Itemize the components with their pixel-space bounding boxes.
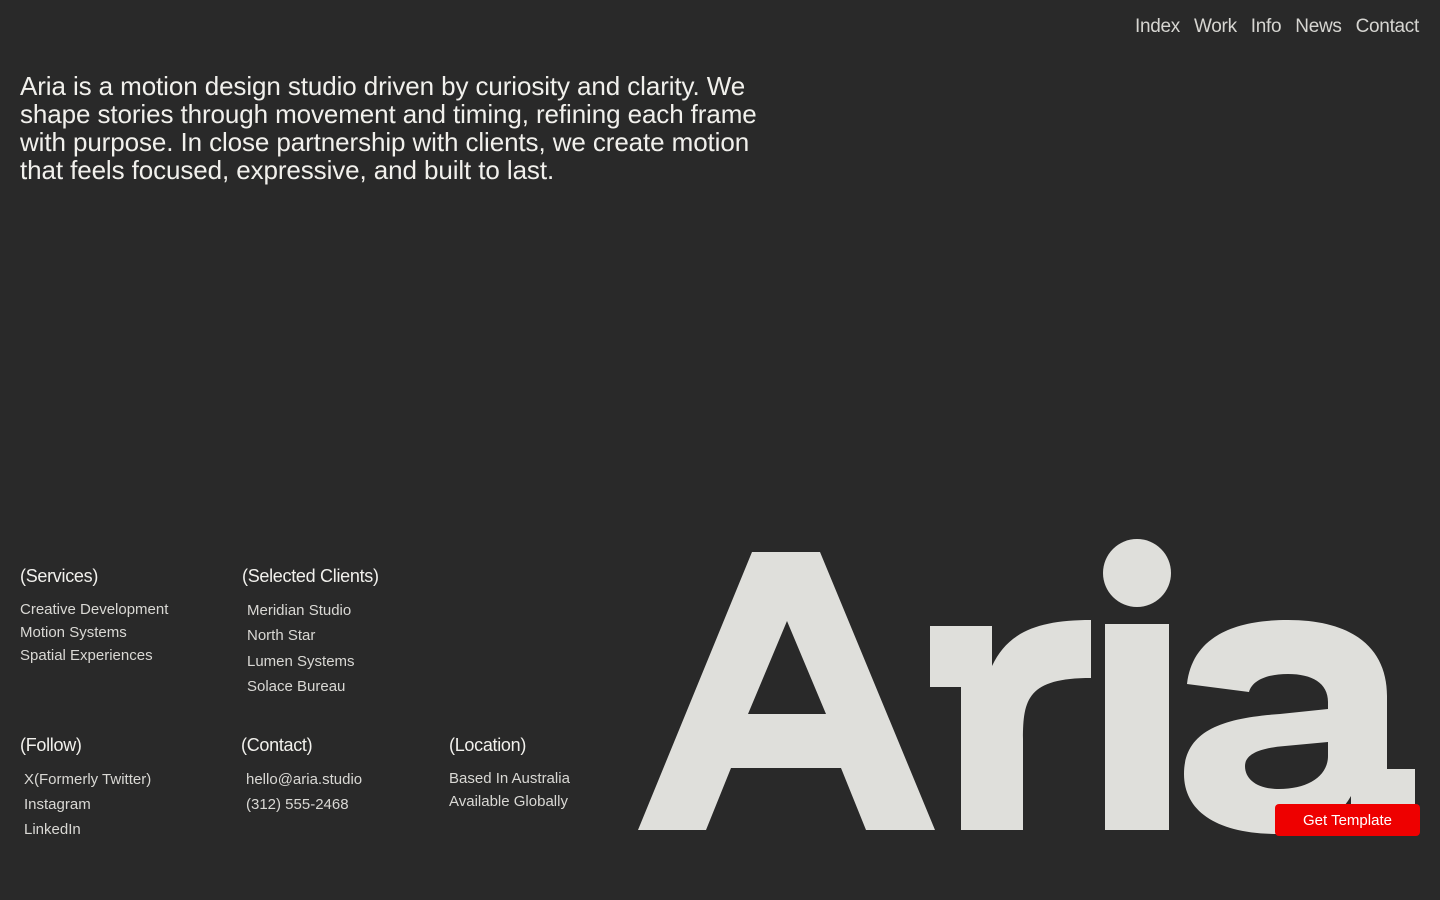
aria-wordmark-logo <box>638 539 1415 834</box>
list-item: Solace Bureau <box>247 677 346 695</box>
list-item: Lumen Systems <box>247 652 355 670</box>
letter-a-lowercase-glyph <box>1184 620 1415 834</box>
follow-heading: (Follow) <box>20 735 82 755</box>
location-section: (Location) Based In Australia Available … <box>449 735 570 813</box>
nav-item-news[interactable]: News <box>1295 16 1342 38</box>
services-heading: (Services) <box>20 566 99 586</box>
list-item: Motion Systems <box>20 624 127 641</box>
get-template-button[interactable]: Get Template <box>1275 804 1420 836</box>
clients-section: (Selected Clients) Meridian Studio North… <box>242 566 379 699</box>
location-list: Based In Australia Available Globally <box>449 767 570 813</box>
nav-item-work[interactable]: Work <box>1194 16 1237 38</box>
follow-section: (Follow) X(Formerly Twitter) Instagram L… <box>20 735 151 842</box>
nav-item-info[interactable]: Info <box>1251 16 1282 38</box>
list-item: Available Globally <box>449 793 568 810</box>
contact-email-link[interactable]: hello@aria.studio <box>246 767 362 792</box>
services-section: (Services) Creative Development Motion S… <box>20 566 168 667</box>
list-item: North Star <box>247 627 316 645</box>
contact-phone-link[interactable]: (312) 555-2468 <box>246 792 362 817</box>
list-item: Creative Development <box>20 601 169 618</box>
contact-heading: (Contact) <box>241 735 313 755</box>
clients-heading: (Selected Clients) <box>242 566 379 586</box>
top-nav: Index Work Info News Contact <box>1135 16 1419 38</box>
wordmark-glyphs <box>638 539 1415 834</box>
follow-link-linkedin[interactable]: LinkedIn <box>24 817 151 842</box>
contact-section: (Contact) hello@aria.studio (312) 555-24… <box>241 735 362 817</box>
intro-statement: Aria is a motion design studio driven by… <box>20 71 757 185</box>
letter-i-stem <box>1105 624 1169 830</box>
follow-link-x[interactable]: X(Formerly Twitter) <box>24 767 151 792</box>
list-item: Spatial Experiences <box>20 647 153 664</box>
nav-item-contact[interactable]: Contact <box>1356 16 1420 38</box>
list-item: Based In Australia <box>449 770 570 787</box>
location-heading: (Location) <box>449 735 527 755</box>
list-item: Meridian Studio <box>247 602 352 619</box>
services-list: Creative Development Motion Systems Spat… <box>20 598 168 667</box>
follow-link-instagram[interactable]: Instagram <box>24 792 151 817</box>
letter-i-dot <box>1103 539 1171 607</box>
follow-list: X(Formerly Twitter) Instagram LinkedIn <box>20 767 151 842</box>
letter-r-glyph <box>930 620 1091 830</box>
nav-item-index[interactable]: Index <box>1135 16 1180 38</box>
contact-list: hello@aria.studio (312) 555-2468 <box>241 767 362 817</box>
clients-list: Meridian Studio North Star Lumen Systems… <box>242 598 379 699</box>
letter-a-glyph <box>638 552 935 830</box>
